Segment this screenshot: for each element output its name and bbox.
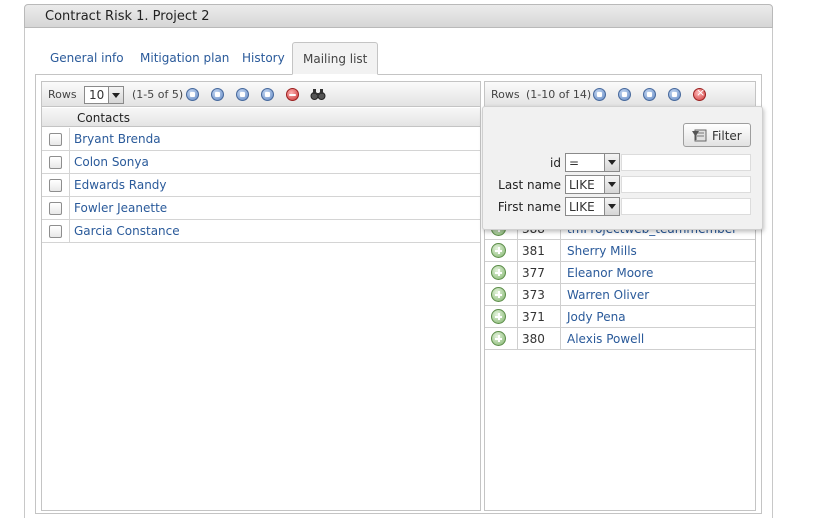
member-link[interactable]: Alexis Powell	[567, 332, 644, 346]
table-row: Edwards Randy	[42, 174, 480, 197]
remove-icon[interactable]	[286, 88, 299, 101]
add-icon[interactable]	[491, 331, 506, 346]
contacts-pane: Rows 10 (1-5 of 5) Contacts Bryant Brend…	[41, 81, 481, 511]
filter-operator-value: =	[569, 156, 580, 170]
add-icon[interactable]	[491, 243, 506, 258]
contacts-column-header[interactable]: Contacts	[42, 108, 480, 127]
rows-per-page-select[interactable]: 10	[84, 86, 124, 104]
table-row: Garcia Constance	[42, 220, 480, 243]
chevron-down-icon	[604, 198, 619, 215]
filter-button[interactable]: Filter	[683, 123, 751, 147]
filter-input-id[interactable]	[621, 154, 751, 171]
row-checkbox[interactable]	[49, 202, 62, 215]
rows-per-page-value: 10	[89, 88, 105, 102]
filter-label-id: id	[550, 156, 561, 170]
row-checkbox[interactable]	[49, 156, 62, 169]
member-id: 371	[522, 310, 545, 324]
add-icon[interactable]	[491, 309, 506, 324]
contacts-pager: Rows 10 (1-5 of 5)	[42, 82, 480, 107]
next-page-icon[interactable]	[236, 88, 249, 101]
table-row: 380 Alexis Powell	[485, 328, 755, 350]
tab-history[interactable]: History	[242, 42, 285, 75]
filter-input-first-name[interactable]	[621, 198, 751, 215]
chevron-down-icon	[604, 154, 619, 171]
member-link[interactable]: Eleanor Moore	[567, 266, 653, 280]
next-page-icon[interactable]	[643, 88, 656, 101]
table-row: 377 Eleanor Moore	[485, 262, 755, 284]
prev-page-icon[interactable]	[211, 88, 224, 101]
row-checkbox[interactable]	[49, 225, 62, 238]
binoculars-icon[interactable]	[310, 87, 326, 101]
table-row: Bryant Brenda	[42, 128, 480, 151]
rows-label: Rows	[48, 88, 77, 101]
member-id: 380	[522, 332, 545, 346]
close-icon[interactable]	[693, 86, 706, 101]
first-page-icon[interactable]	[593, 88, 606, 101]
last-page-icon[interactable]	[261, 88, 274, 101]
member-id: 373	[522, 288, 545, 302]
filter-label-last-name: Last name	[498, 178, 561, 192]
filter-operator-value: LIKE	[569, 200, 595, 214]
chevron-down-icon	[604, 176, 619, 193]
table-row: 381 Sherry Mills	[485, 240, 755, 262]
member-id: 377	[522, 266, 545, 280]
tab-general-info[interactable]: General info	[50, 42, 124, 75]
contacts-range: (1-5 of 5)	[132, 88, 184, 101]
member-link[interactable]: Warren Oliver	[567, 288, 649, 302]
table-row: Fowler Jeanette	[42, 197, 480, 220]
add-icon[interactable]	[491, 265, 506, 280]
filter-operator-first-name[interactable]: LIKE	[565, 197, 620, 216]
filter-operator-last-name[interactable]: LIKE	[565, 175, 620, 194]
tab-mailing-list[interactable]: Mailing list	[292, 42, 379, 75]
filter-panel: Filter id = Last name LIKE First name LI…	[482, 106, 763, 230]
filter-input-last-name[interactable]	[621, 176, 751, 193]
table-row: 373 Warren Oliver	[485, 284, 755, 306]
members-range: (1-10 of 14)	[526, 88, 592, 101]
member-link[interactable]: Sherry Mills	[567, 244, 637, 258]
window-title: Contract Risk 1. Project 2	[45, 9, 210, 24]
contact-link[interactable]: Garcia Constance	[74, 224, 180, 238]
filter-button-label: Filter	[712, 129, 742, 143]
contact-link[interactable]: Colon Sonya	[74, 155, 149, 169]
member-link[interactable]: Jody Pena	[567, 310, 626, 324]
contact-link[interactable]: Fowler Jeanette	[74, 201, 167, 215]
filter-icon	[692, 129, 707, 142]
prev-page-icon[interactable]	[618, 88, 631, 101]
row-checkbox[interactable]	[49, 179, 62, 192]
filter-operator-value: LIKE	[569, 178, 595, 192]
table-row: 371 Jody Pena	[485, 306, 755, 328]
table-row: Colon Sonya	[42, 151, 480, 174]
add-icon[interactable]	[491, 287, 506, 302]
contacts-header-label: Contacts	[77, 111, 130, 125]
filter-label-first-name: First name	[497, 200, 561, 214]
members-pager: Rows (1-10 of 14)	[485, 82, 755, 107]
last-page-icon[interactable]	[668, 88, 681, 101]
rows-label: Rows	[491, 88, 520, 101]
chevron-down-icon	[108, 87, 123, 103]
first-page-icon[interactable]	[186, 88, 199, 101]
tab-mitigation-plan[interactable]: Mitigation plan	[140, 42, 229, 75]
window-titlebar: Contract Risk 1. Project 2	[24, 4, 773, 28]
contact-link[interactable]: Edwards Randy	[74, 178, 167, 192]
member-id: 381	[522, 244, 545, 258]
contact-link[interactable]: Bryant Brenda	[74, 132, 161, 146]
row-checkbox[interactable]	[49, 133, 62, 146]
filter-operator-id[interactable]: =	[565, 153, 620, 172]
